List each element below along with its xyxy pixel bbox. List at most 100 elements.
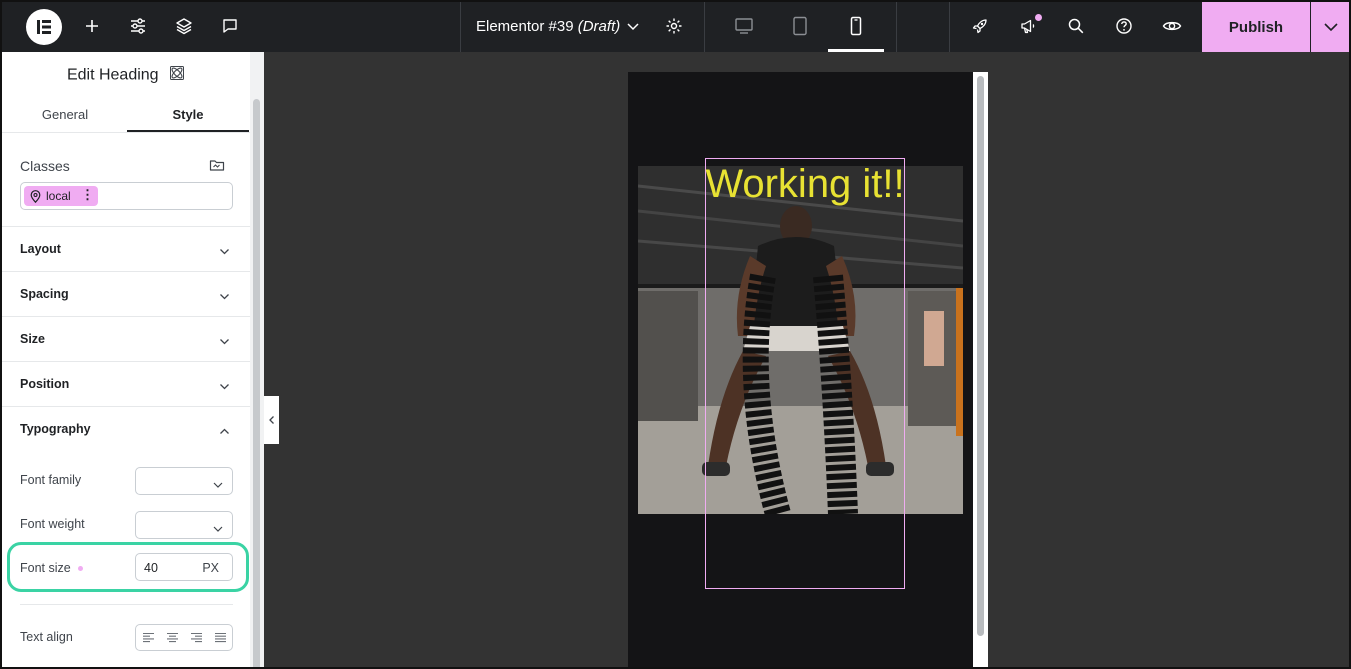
publish-options-button[interactable]	[1311, 2, 1349, 52]
comment-icon	[223, 19, 237, 33]
document-title[interactable]: Elementor #39 (Draft)	[476, 18, 620, 35]
preview-button[interactable]	[1157, 11, 1187, 41]
collapse-panel-button[interactable]	[264, 396, 279, 444]
editor-panel: Edit Heading General Style Classes local…	[2, 52, 264, 667]
align-left-icon	[142, 632, 154, 643]
plus-icon	[86, 20, 98, 32]
align-right-button[interactable]	[184, 625, 208, 650]
font-size-input[interactable]: 40 PX	[135, 553, 233, 581]
text-align-label: Text align	[20, 630, 73, 644]
font-size-value: 40	[144, 561, 158, 575]
chevron-down-icon	[213, 477, 223, 495]
panel-tabs: General Style	[2, 100, 250, 133]
font-size-unit-select[interactable]: PX	[202, 561, 219, 575]
divider	[20, 604, 233, 605]
search-button[interactable]	[1061, 11, 1091, 41]
document-menu-button[interactable]	[618, 11, 648, 41]
font-weight-label: Font weight	[20, 517, 85, 531]
rocket-icon	[972, 19, 987, 34]
eye-icon	[1162, 21, 1182, 31]
help-icon	[1116, 18, 1132, 34]
structure-button[interactable]	[169, 11, 199, 41]
help-button[interactable]	[1109, 11, 1139, 41]
page-settings-button[interactable]	[659, 11, 689, 41]
font-weight-select[interactable]	[135, 511, 233, 539]
folder-icon	[209, 160, 225, 171]
megaphone-icon	[1021, 19, 1035, 34]
document-status: (Draft)	[577, 18, 621, 35]
section-label: Typography	[20, 422, 91, 436]
mobile-view-button[interactable]	[841, 11, 871, 41]
chevron-down-icon	[1324, 23, 1338, 32]
chevron-down-icon	[627, 23, 639, 31]
section-typography[interactable]: Typography	[2, 406, 250, 451]
classes-label: Classes	[20, 158, 70, 174]
align-center-icon	[166, 632, 178, 643]
gear-icon	[666, 18, 682, 34]
chevron-down-icon	[213, 521, 223, 539]
align-justify-icon	[214, 632, 226, 643]
text-align-control	[135, 624, 233, 651]
class-chip[interactable]: local ⋮	[24, 186, 98, 206]
divider	[896, 2, 897, 52]
site-settings-button[interactable]	[123, 11, 153, 41]
add-element-button[interactable]	[77, 11, 107, 41]
atom-icon	[169, 65, 185, 86]
tablet-icon	[793, 16, 807, 36]
align-right-icon	[190, 632, 202, 643]
preview-scrollbar-thumb[interactable]	[977, 76, 984, 636]
selected-heading-outline[interactable]	[705, 158, 905, 589]
panel-title-text: Edit Heading	[66, 66, 159, 84]
align-justify-button[interactable]	[208, 625, 232, 650]
more-vertical-icon[interactable]: ⋮	[81, 188, 94, 202]
section-label: Position	[20, 377, 70, 391]
desktop-icon	[735, 18, 753, 34]
sliders-icon	[131, 18, 145, 34]
publish-button[interactable]: Publish	[1202, 2, 1310, 52]
font-family-label: Font family	[20, 473, 82, 487]
top-bar: Elementor #39 (Draft) Publish	[2, 2, 1349, 52]
section-label: Size	[20, 332, 46, 346]
section-label: Layout	[20, 242, 61, 256]
font-family-select[interactable]	[135, 467, 233, 495]
align-left-button[interactable]	[136, 625, 160, 650]
tab-style[interactable]: Style	[127, 100, 249, 133]
divider	[704, 2, 705, 52]
changed-indicator-dot	[78, 566, 83, 571]
app-window: Elementor #39 (Draft) Publish Edit Headi…	[0, 0, 1351, 669]
classes-manager-button[interactable]	[209, 157, 225, 178]
classes-input[interactable]: local ⋮	[20, 182, 233, 210]
class-chip-label: local	[46, 189, 71, 203]
section-spacing[interactable]: Spacing	[2, 271, 250, 316]
divider	[460, 2, 461, 52]
desktop-view-button[interactable]	[729, 11, 759, 41]
panel-title: Edit Heading	[2, 65, 250, 86]
comments-button[interactable]	[215, 11, 245, 41]
section-label: Spacing	[20, 287, 69, 301]
launch-button[interactable]	[965, 11, 995, 41]
tab-general[interactable]: General	[4, 100, 126, 133]
mobile-icon	[850, 16, 862, 36]
panel-scrollbar-thumb[interactable]	[253, 99, 260, 667]
chevron-left-icon	[268, 416, 274, 424]
font-size-label: Font size	[20, 561, 71, 575]
chevron-down-icon	[219, 379, 230, 397]
elementor-logo-button[interactable]	[26, 9, 62, 45]
align-center-button[interactable]	[160, 625, 184, 650]
notification-dot	[1035, 14, 1042, 21]
section-position[interactable]: Position	[2, 361, 250, 406]
tabs-divider	[2, 132, 250, 133]
chevron-down-icon	[219, 334, 230, 352]
section-size[interactable]: Size	[2, 316, 250, 361]
chevron-down-icon	[219, 244, 230, 262]
elementor-logo-icon	[37, 20, 51, 34]
tablet-view-button[interactable]	[785, 11, 815, 41]
chevron-up-icon	[219, 424, 230, 442]
document-name: Elementor #39	[476, 18, 574, 35]
divider	[949, 2, 950, 52]
chevron-down-icon	[219, 289, 230, 307]
layers-icon	[176, 18, 192, 35]
canvas-heading[interactable]: Working it!!	[705, 161, 905, 207]
map-pin-icon	[30, 189, 41, 203]
section-layout[interactable]: Layout	[2, 226, 250, 271]
